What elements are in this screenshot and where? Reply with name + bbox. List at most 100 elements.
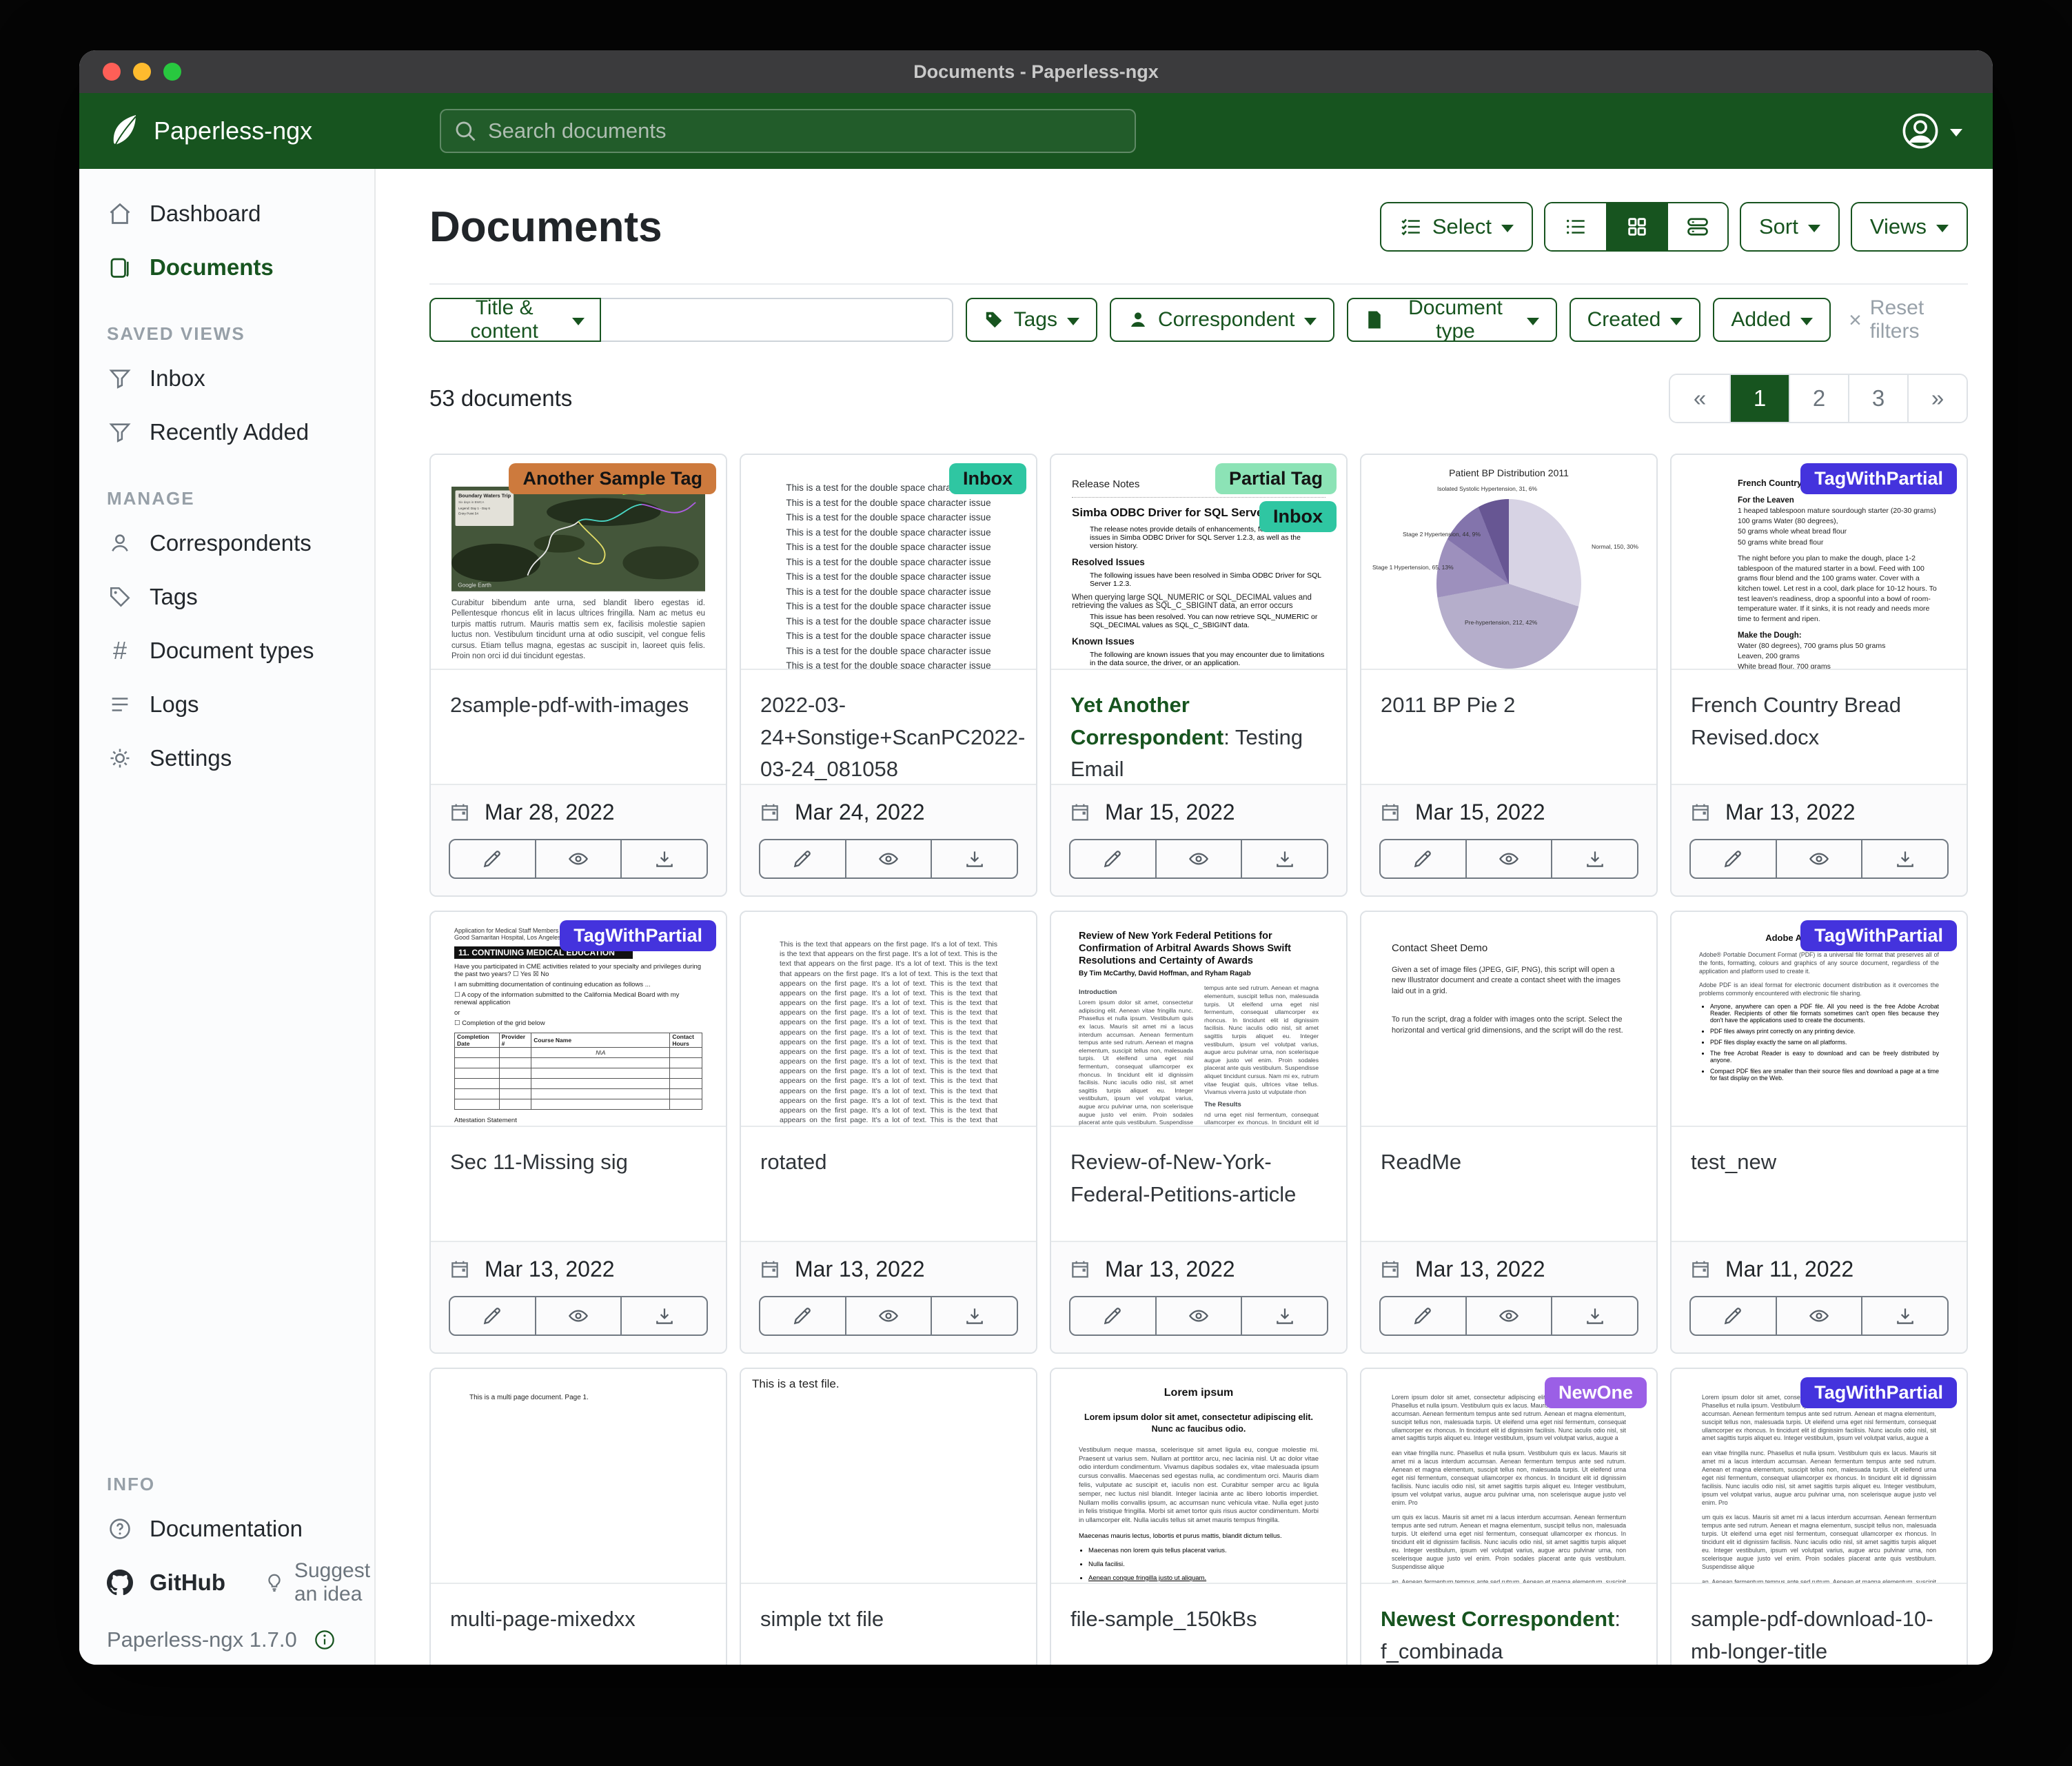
download-document-button[interactable] xyxy=(1861,840,1947,877)
edit-document-button[interactable] xyxy=(1381,1297,1465,1334)
document-thumbnail[interactable]: Review of New York Federal Petitions for… xyxy=(1051,912,1346,1127)
sidebar-item-correspondents[interactable]: Correspondents xyxy=(79,516,374,570)
view-document-button[interactable] xyxy=(535,1297,621,1334)
document-card[interactable]: This is a multi page document. Page 1.mu… xyxy=(429,1368,727,1665)
download-document-button[interactable] xyxy=(1861,1297,1947,1334)
edit-document-button[interactable] xyxy=(760,840,845,877)
tag-badge[interactable]: NewOne xyxy=(1545,1377,1647,1408)
document-title[interactable]: simple txt file xyxy=(741,1584,1036,1665)
search-input[interactable] xyxy=(487,118,1122,144)
view-details-button[interactable] xyxy=(1667,203,1727,250)
filter-document-type-button[interactable]: Document type xyxy=(1347,298,1556,342)
view-document-button[interactable] xyxy=(1776,840,1862,877)
edit-document-button[interactable] xyxy=(450,1297,535,1334)
download-document-button[interactable] xyxy=(1551,840,1637,877)
view-document-button[interactable] xyxy=(535,840,621,877)
suggest-idea-link[interactable]: Suggest an idea xyxy=(264,1559,374,1606)
download-document-button[interactable] xyxy=(931,1297,1017,1334)
view-document-button[interactable] xyxy=(1155,840,1241,877)
tag-badge[interactable]: Inbox xyxy=(1259,501,1337,532)
document-title[interactable]: multi-page-mixedxx xyxy=(431,1584,726,1665)
tag-badge[interactable]: TagWithPartial xyxy=(560,920,716,951)
select-button[interactable]: Select xyxy=(1380,202,1533,252)
edit-document-button[interactable] xyxy=(760,1297,845,1334)
download-document-button[interactable] xyxy=(1241,1297,1327,1334)
sidebar-item-github[interactable]: GitHub xyxy=(79,1570,225,1596)
document-thumbnail[interactable]: Lorem ipsumLorem ipsum dolor sit amet, c… xyxy=(1051,1369,1346,1584)
filter-added-button[interactable]: Added xyxy=(1713,298,1831,342)
filter-field-button[interactable]: Title & content xyxy=(429,298,601,342)
view-document-button[interactable] xyxy=(1465,840,1552,877)
pagination-page-3[interactable]: 3 xyxy=(1848,375,1907,422)
document-card[interactable]: Patient BP Distribution 2011Normal, 150,… xyxy=(1360,454,1658,897)
tag-badge[interactable]: TagWithPartial xyxy=(1800,920,1957,951)
document-card[interactable]: This is the text that appears on the fir… xyxy=(740,911,1037,1354)
sidebar-item-logs[interactable]: Logs xyxy=(79,678,374,731)
sidebar-item-tags[interactable]: Tags xyxy=(79,570,374,624)
document-title[interactable]: 2sample-pdf-with-images xyxy=(431,670,726,784)
edit-document-button[interactable] xyxy=(1381,840,1465,877)
tag-badge[interactable]: Partial Tag xyxy=(1215,463,1337,494)
document-thumbnail[interactable]: Patient BP Distribution 2011Normal, 150,… xyxy=(1361,455,1656,670)
sidebar-item-document-types[interactable]: # Document types xyxy=(79,624,374,678)
document-card[interactable]: InboxThis is a test for the double space… xyxy=(740,454,1037,897)
document-card[interactable]: NewOneLorem ipsum dolor sit amet, consec… xyxy=(1360,1368,1658,1665)
document-thumbnail[interactable]: This is the text that appears on the fir… xyxy=(741,912,1036,1127)
sort-button[interactable]: Sort xyxy=(1740,202,1840,252)
info-circle-icon[interactable] xyxy=(314,1629,336,1651)
edit-document-button[interactable] xyxy=(1691,840,1776,877)
tag-badge[interactable]: TagWithPartial xyxy=(1800,463,1957,494)
view-document-button[interactable] xyxy=(1776,1297,1862,1334)
document-card[interactable]: Contact Sheet DemoGiven a set of image f… xyxy=(1360,911,1658,1354)
view-document-button[interactable] xyxy=(845,1297,931,1334)
document-title[interactable]: 2022-03-24+Sonstige+ScanPC2022-03-24_081… xyxy=(741,670,1036,784)
document-title[interactable]: sample-pdf-download-10-mb-longer-title xyxy=(1672,1584,1967,1665)
pagination-prev[interactable]: « xyxy=(1670,375,1729,422)
filter-created-button[interactable]: Created xyxy=(1570,298,1701,342)
document-card[interactable]: Partial TagInboxRelease NotesSimba ODBC … xyxy=(1050,454,1348,897)
document-thumbnail[interactable]: Contact Sheet DemoGiven a set of image f… xyxy=(1361,912,1656,1127)
download-document-button[interactable] xyxy=(1241,840,1327,877)
global-search[interactable] xyxy=(440,109,1136,153)
download-document-button[interactable] xyxy=(931,840,1017,877)
pagination-next[interactable]: » xyxy=(1907,375,1967,422)
view-document-button[interactable] xyxy=(845,840,931,877)
tag-badge[interactable]: Another Sample Tag xyxy=(509,463,716,494)
document-card[interactable]: Review of New York Federal Petitions for… xyxy=(1050,911,1348,1354)
document-title[interactable]: French Country Bread Revised.docx xyxy=(1672,670,1967,784)
document-card[interactable]: TagWithPartialAdobe Acrobat PDF FilesAdo… xyxy=(1670,911,1968,1354)
sidebar-item-settings[interactable]: Settings xyxy=(79,731,374,785)
document-title[interactable]: Review-of-New-York-Federal-Petitions-art… xyxy=(1051,1127,1346,1241)
filter-text-input[interactable] xyxy=(601,298,953,342)
document-card[interactable]: TagWithPartialLorem ipsum dolor sit amet… xyxy=(1670,1368,1968,1665)
filter-tags-button[interactable]: Tags xyxy=(966,298,1097,342)
pagination-page-1[interactable]: 1 xyxy=(1729,375,1789,422)
pagination-page-2[interactable]: 2 xyxy=(1789,375,1848,422)
view-grid-button[interactable] xyxy=(1606,203,1667,250)
edit-document-button[interactable] xyxy=(1070,1297,1155,1334)
view-document-button[interactable] xyxy=(1155,1297,1241,1334)
document-thumbnail[interactable]: This is a test file. xyxy=(741,1369,1036,1584)
edit-document-button[interactable] xyxy=(450,840,535,877)
sidebar-item-recently-added[interactable]: Recently Added xyxy=(79,405,374,459)
document-title[interactable]: Sec 11-Missing sig xyxy=(431,1127,726,1241)
document-title[interactable]: Yet Another Correspondent: Testing Email xyxy=(1051,670,1346,784)
edit-document-button[interactable] xyxy=(1691,1297,1776,1334)
document-card[interactable]: TagWithPartialFrench Country BreadFor th… xyxy=(1670,454,1968,897)
tag-badge[interactable]: Inbox xyxy=(949,463,1026,494)
views-button[interactable]: Views xyxy=(1851,202,1968,252)
sidebar-item-documentation[interactable]: Documentation xyxy=(79,1502,374,1556)
user-menu[interactable] xyxy=(1902,93,1962,169)
document-thumbnail[interactable]: This is a multi page document. Page 1. xyxy=(431,1369,726,1584)
download-document-button[interactable] xyxy=(1551,1297,1637,1334)
reset-filters-button[interactable]: × Reset filters xyxy=(1849,296,1968,343)
view-document-button[interactable] xyxy=(1465,1297,1552,1334)
edit-document-button[interactable] xyxy=(1070,840,1155,877)
document-card[interactable]: Another Sample TagBoundary Waters TripSi… xyxy=(429,454,727,897)
sidebar-item-dashboard[interactable]: Dashboard xyxy=(79,187,374,241)
filter-correspondent-button[interactable]: Correspondent xyxy=(1110,298,1334,342)
document-card[interactable]: TagWithPartialApplication for Medical St… xyxy=(429,911,727,1354)
document-title[interactable]: ReadMe xyxy=(1361,1127,1656,1241)
document-card[interactable]: Lorem ipsumLorem ipsum dolor sit amet, c… xyxy=(1050,1368,1348,1665)
document-title[interactable]: test_new xyxy=(1672,1127,1967,1241)
